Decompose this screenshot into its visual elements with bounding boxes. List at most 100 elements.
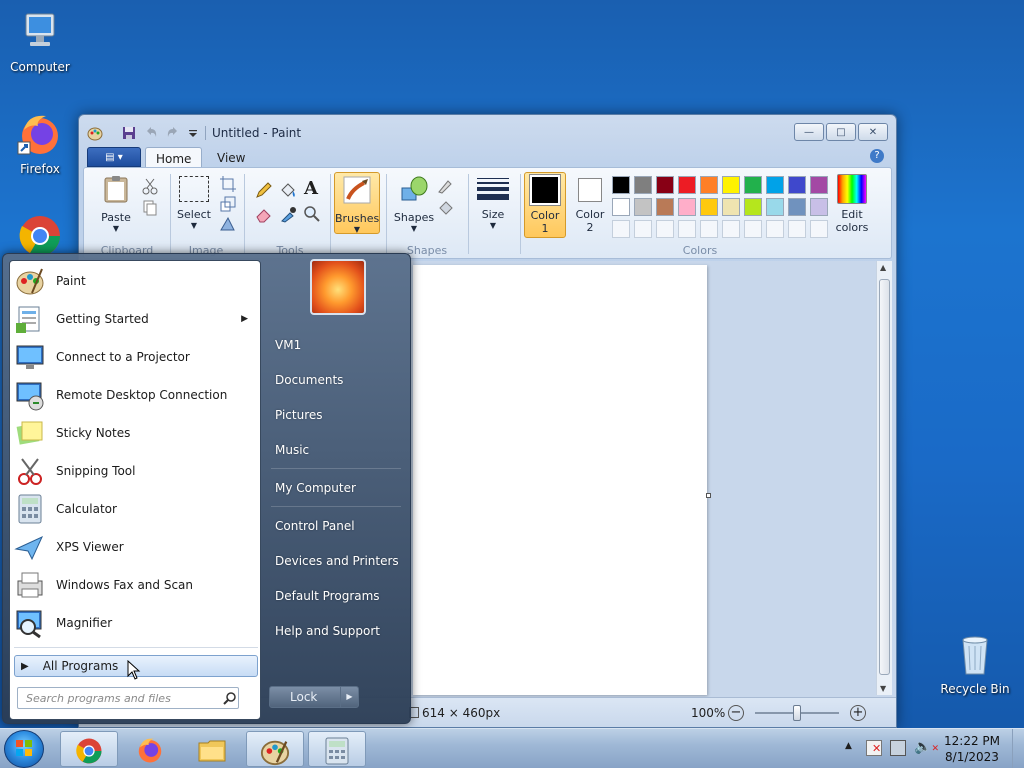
palette-swatch-custom[interactable] <box>612 220 630 238</box>
start-program-calculator[interactable]: Calculator <box>14 491 258 527</box>
palette-swatch[interactable] <box>656 198 674 216</box>
color2-button[interactable]: Color 2 <box>570 178 610 234</box>
palette-swatch-custom[interactable] <box>700 220 718 238</box>
taskbar-file-explorer[interactable] <box>184 731 242 767</box>
show-hidden-icons-icon[interactable]: ▲ <box>845 741 852 751</box>
lock-button[interactable]: Lock ▶ <box>269 686 359 708</box>
text-icon[interactable]: A <box>304 178 324 199</box>
start-right-vm1[interactable]: VM1 <box>275 338 301 352</box>
desktop-icon-firefox[interactable]: Firefox <box>0 110 80 176</box>
start-program-magnifier[interactable]: Magnifier <box>14 605 258 641</box>
undo-icon[interactable] <box>143 125 159 141</box>
start-program-getting-started[interactable]: Getting Started ▶ <box>14 301 258 337</box>
palette-swatch[interactable] <box>700 198 718 216</box>
palette-swatch[interactable] <box>810 198 828 216</box>
desktop-icon-recycle-bin[interactable]: Recycle Bin <box>935 630 1015 696</box>
color-picker-icon[interactable] <box>278 204 298 224</box>
volume-icon[interactable]: 🔈✕ <box>914 739 939 755</box>
pencil-icon[interactable] <box>254 180 274 200</box>
zoom-out-icon[interactable]: − <box>728 705 744 721</box>
zoom-slider-thumb[interactable] <box>793 705 801 721</box>
start-button[interactable] <box>4 730 44 768</box>
tab-view[interactable]: View <box>207 147 255 168</box>
start-right-music[interactable]: Music <box>275 443 309 457</box>
tab-home[interactable]: Home <box>145 147 203 168</box>
palette-swatch-custom[interactable] <box>634 220 652 238</box>
magnifier-icon[interactable] <box>302 204 322 224</box>
paste-button[interactable]: Paste ▼ <box>94 174 138 233</box>
palette-swatch[interactable] <box>700 176 718 194</box>
palette-swatch[interactable] <box>744 198 762 216</box>
palette-swatch[interactable] <box>788 198 806 216</box>
start-program-paint[interactable]: Paint <box>14 263 258 299</box>
user-avatar[interactable] <box>310 259 366 315</box>
paint-menu-button[interactable]: ▤ ▾ <box>87 147 141 167</box>
start-right-pictures[interactable]: Pictures <box>275 408 323 422</box>
start-program-remote-desktop[interactable]: Remote Desktop Connection <box>14 377 258 413</box>
copy-icon[interactable] <box>140 198 160 218</box>
drawing-canvas[interactable] <box>413 265 707 695</box>
palette-swatch[interactable] <box>766 176 784 194</box>
start-program-snipping-tool[interactable]: Snipping Tool <box>14 453 258 489</box>
scroll-thumb[interactable] <box>879 279 890 675</box>
lock-options-arrow-icon[interactable]: ▶ <box>340 687 358 707</box>
start-right-control-panel[interactable]: Control Panel <box>275 519 355 533</box>
taskbar-paint[interactable] <box>246 731 304 767</box>
outline-icon[interactable] <box>436 176 456 196</box>
palette-swatch[interactable] <box>634 198 652 216</box>
palette-swatch[interactable] <box>722 176 740 194</box>
start-program-xps-viewer[interactable]: XPS Viewer <box>14 529 258 565</box>
redo-icon[interactable] <box>165 125 181 141</box>
palette-swatch[interactable] <box>612 176 630 194</box>
rotate-icon[interactable] <box>218 214 238 234</box>
start-program-connect-to-projector[interactable]: Connect to a Projector <box>14 339 258 375</box>
start-right-help-support[interactable]: Help and Support <box>275 624 380 638</box>
system-clock[interactable]: 12:22 PM 8/1/2023 <box>944 733 1000 765</box>
eraser-icon[interactable] <box>254 204 274 224</box>
palette-swatch[interactable] <box>766 198 784 216</box>
zoom-in-icon[interactable]: + <box>850 705 866 721</box>
palette-swatch-custom[interactable] <box>678 220 696 238</box>
crop-icon[interactable] <box>218 174 238 194</box>
palette-swatch-custom[interactable] <box>722 220 740 238</box>
palette-swatch-custom[interactable] <box>788 220 806 238</box>
select-button[interactable]: Select ▼ <box>172 174 216 230</box>
palette-swatch[interactable] <box>612 198 630 216</box>
taskbar-calculator[interactable] <box>308 731 366 767</box>
taskbar-firefox[interactable] <box>122 731 180 767</box>
customize-quick-access-icon[interactable] <box>185 125 201 141</box>
color1-button[interactable]: Color 1 <box>524 172 566 238</box>
resize-icon[interactable] <box>218 194 238 214</box>
shapes-button[interactable]: Shapes ▼ <box>392 174 436 233</box>
scroll-up-icon[interactable]: ▲ <box>880 263 886 272</box>
palette-swatch-custom[interactable] <box>810 220 828 238</box>
canvas-resize-handle[interactable] <box>706 493 711 498</box>
save-icon[interactable] <box>121 125 137 141</box>
all-programs-button[interactable]: ▶ All Programs <box>14 655 258 680</box>
size-button[interactable]: Size ▼ <box>472 174 514 230</box>
help-icon[interactable]: ? <box>870 149 884 163</box>
vertical-scrollbar[interactable]: ▲ ▼ <box>876 261 892 695</box>
search-icon[interactable] <box>223 691 237 705</box>
minimize-button[interactable]: — <box>794 123 824 141</box>
cut-icon[interactable] <box>140 176 160 196</box>
taskbar-chrome[interactable] <box>60 731 118 767</box>
palette-swatch-custom[interactable] <box>766 220 784 238</box>
start-right-documents[interactable]: Documents <box>275 373 343 387</box>
show-desktop-button[interactable] <box>1012 729 1024 768</box>
palette-swatch[interactable] <box>678 198 696 216</box>
submenu-arrow-icon[interactable]: ▶ <box>241 314 248 324</box>
action-center-icon[interactable]: ✕ <box>866 740 882 756</box>
start-right-default-programs[interactable]: Default Programs <box>275 589 380 603</box>
palette-swatch[interactable] <box>788 176 806 194</box>
close-button[interactable]: ✕ <box>858 123 888 141</box>
palette-swatch-custom[interactable] <box>656 220 674 238</box>
scroll-down-icon[interactable]: ▼ <box>880 684 886 693</box>
maximize-button[interactable]: □ <box>826 123 856 141</box>
network-icon[interactable] <box>890 740 906 756</box>
palette-swatch[interactable] <box>678 176 696 194</box>
palette-swatch[interactable] <box>722 198 740 216</box>
palette-swatch[interactable] <box>744 176 762 194</box>
start-program-windows-fax-scan[interactable]: Windows Fax and Scan <box>14 567 258 603</box>
fill-icon[interactable] <box>278 180 298 200</box>
